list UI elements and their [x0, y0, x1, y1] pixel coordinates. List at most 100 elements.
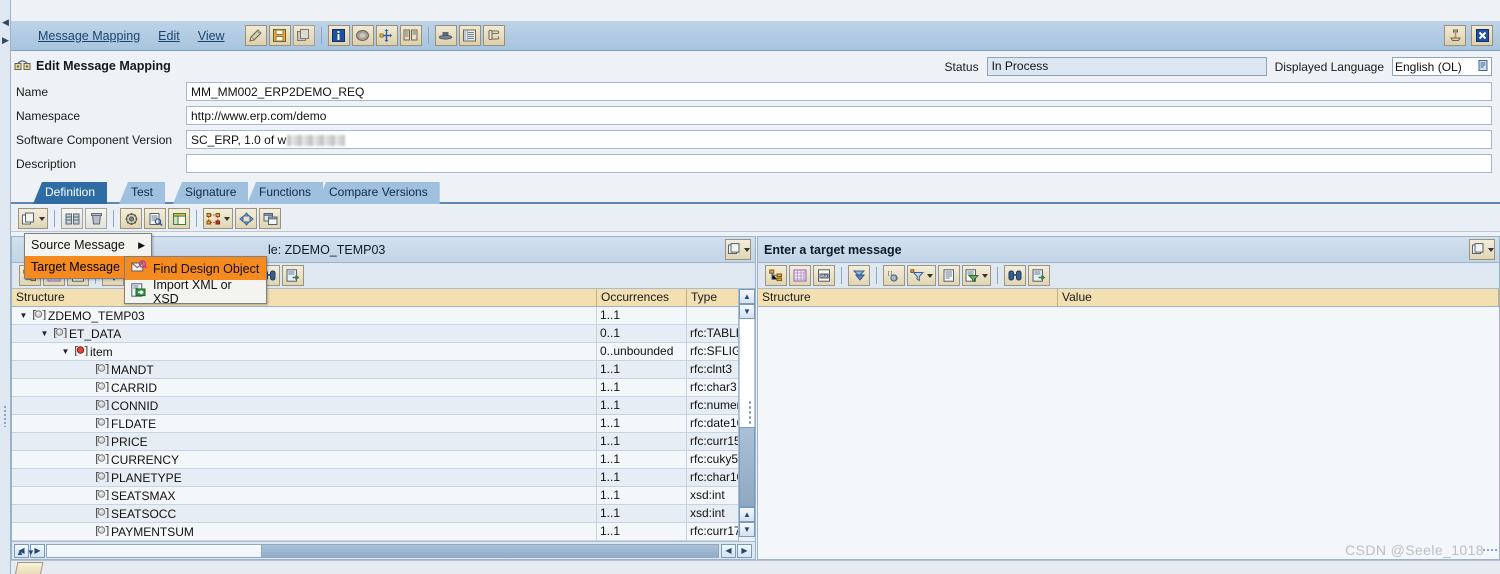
- table-row[interactable]: []PAYMENTSUM1..1rfc:curr17.:: [12, 523, 739, 541]
- tab-functions[interactable]: Functions: [247, 182, 324, 204]
- context-menu-submenu[interactable]: Find Design Object Import XML or XSD: [124, 256, 267, 306]
- source-panel-menu-button[interactable]: [725, 239, 751, 260]
- table-grid-icon[interactable]: [789, 265, 811, 286]
- settings-button[interactable]: [120, 208, 142, 229]
- menu-import-xml-or-xsd[interactable]: Import XML or XSD: [125, 278, 266, 306]
- source-row-structure[interactable]: [] SEATSOCC: [12, 505, 597, 522]
- rail-expand-icon[interactable]: ▶: [1, 34, 10, 46]
- target-tree-body[interactable]: [758, 307, 1499, 559]
- scroll-icon[interactable]: [482, 25, 505, 46]
- menu-view[interactable]: View: [189, 29, 234, 43]
- source-row-structure[interactable]: [] CURRENCY: [12, 451, 597, 468]
- displayed-language-select[interactable]: English (OL): [1392, 57, 1492, 76]
- twisty-expanded-icon[interactable]: ▼: [18, 310, 29, 321]
- scroll-track-top[interactable]: [739, 319, 755, 427]
- layout-button[interactable]: [61, 208, 83, 229]
- tree-view-button[interactable]: [765, 265, 787, 286]
- table-row[interactable]: [] CURRENCY 1..1 rfc:cuky5: [12, 451, 739, 469]
- new-object-button[interactable]: [18, 208, 48, 229]
- bottom-tab-stub[interactable]: [14, 562, 44, 574]
- table-row[interactable]: [] SEATSOCC 1..1 xsd:int: [12, 505, 739, 523]
- duplicate-button[interactable]: [259, 208, 281, 229]
- dependencies-button[interactable]: [203, 208, 233, 229]
- source-row-structure[interactable]: [] SEATSMAX: [12, 487, 597, 504]
- namespace-field[interactable]: http://www.erp.com/demo: [186, 106, 1492, 125]
- table-row[interactable]: [] CONNID 1..1 rfc:numeri: [12, 397, 739, 415]
- info-icon[interactable]: [327, 25, 350, 46]
- menu-edit[interactable]: Edit: [149, 29, 189, 43]
- save-icon[interactable]: [268, 25, 291, 46]
- bottom-nav-arrows[interactable]: ▲ ▼: [16, 548, 50, 560]
- source-tree-body[interactable]: ▼[] ZDEMO_TEMP03 1..1 ▼[] ET_DATA 0..1 rfc:TAB…: [12, 307, 739, 559]
- display-areas-button[interactable]: [168, 208, 190, 229]
- tab-compare-versions[interactable]: Compare Versions: [317, 182, 440, 204]
- twisty-expanded-icon[interactable]: ▼: [39, 328, 50, 339]
- chevron-down-icon[interactable]: [927, 273, 933, 278]
- source-row-structure[interactable]: [] FLDATE: [12, 415, 597, 432]
- list-icon[interactable]: [458, 25, 481, 46]
- copy-icon[interactable]: [292, 25, 315, 46]
- source-row-structure[interactable]: [] MANDT: [12, 361, 597, 378]
- nav-up-icon[interactable]: ▲: [16, 548, 24, 560]
- scroll-page-up-button[interactable]: ▼: [739, 304, 755, 319]
- source-row-structure[interactable]: [] PRICE: [12, 433, 597, 450]
- source-row-structure[interactable]: ▼[] item: [12, 343, 597, 360]
- delete-button[interactable]: [85, 208, 107, 229]
- hat-icon[interactable]: [434, 25, 457, 46]
- source-export-button[interactable]: [282, 265, 304, 286]
- scroll-down-button[interactable]: ▼: [739, 522, 755, 537]
- h-scroll-right-end-button[interactable]: ▶: [737, 543, 752, 558]
- source-row-structure[interactable]: ▼[] ZDEMO_TEMP03: [12, 307, 597, 324]
- rail-collapse-icon[interactable]: ◀: [1, 16, 10, 28]
- table-row[interactable]: ▼[]item0..unboundedrfc:SFLIGH: [12, 343, 739, 361]
- expand-button[interactable]: [235, 208, 257, 229]
- table-row[interactable]: ▼[]ET_DATA0..1rfc:TABLE_: [12, 325, 739, 343]
- tab-signature[interactable]: Signature: [173, 182, 249, 204]
- chevron-down-icon[interactable]: [1487, 247, 1494, 252]
- compare-icon[interactable]: [399, 25, 422, 46]
- target-panel-menu-button[interactable]: [1469, 239, 1495, 260]
- scroll-up-button[interactable]: ▲: [739, 289, 755, 304]
- resize-grip[interactable]: [1482, 548, 1498, 552]
- name-field[interactable]: MM_MM002_ERP2DEMO_REQ: [186, 82, 1492, 101]
- filter-icon[interactable]: [907, 265, 936, 286]
- chevron-down-icon[interactable]: [39, 216, 45, 221]
- table-row[interactable]: [] PLANETYPE 1..1 rfc:char10: [12, 469, 739, 487]
- software-component-version-field[interactable]: SC_ERP, 1.0 of w: [186, 130, 1492, 149]
- wrench-icon[interactable]: [244, 25, 267, 46]
- book-icon[interactable]: [351, 25, 374, 46]
- source-row-structure[interactable]: [] PAYMENTSUM: [12, 523, 597, 540]
- tab-test[interactable]: Test: [119, 182, 166, 204]
- nav-down-icon[interactable]: ▼: [27, 548, 35, 560]
- source-row-structure[interactable]: [] PLANETYPE: [12, 469, 597, 486]
- properties-button[interactable]: [144, 208, 166, 229]
- chevron-down-icon[interactable]: [224, 216, 230, 221]
- blue-arrow-icon[interactable]: [848, 265, 870, 286]
- language-picker-icon[interactable]: [1478, 59, 1489, 74]
- table-row[interactable]: [] CARRID 1..1 rfc:char3: [12, 379, 739, 397]
- menu-source-message[interactable]: Source Message ▶: [25, 234, 151, 256]
- panel-splitter[interactable]: [748, 400, 752, 426]
- doc-filter-icon[interactable]: [962, 265, 991, 286]
- source-horizontal-scrollbar[interactable]: ◀ ▶ ◀ ▶: [12, 541, 755, 559]
- binoculars-icon[interactable]: [1004, 265, 1026, 286]
- at-bracket-icon[interactable]: [ ] @: [883, 265, 905, 286]
- table-row[interactable]: [] SEATSMAX 1..1 xsd:int: [12, 487, 739, 505]
- source-row-structure[interactable]: [] CARRID: [12, 379, 597, 396]
- table-row[interactable]: ▼[] ZDEMO_TEMP03 1..1: [12, 307, 739, 325]
- twisty-expanded-icon[interactable]: ▼: [60, 346, 71, 357]
- description-field[interactable]: [186, 154, 1492, 173]
- table-row[interactable]: []PRICE1..1rfc:curr15.:: [12, 433, 739, 451]
- chevron-down-icon[interactable]: [982, 273, 988, 278]
- h-scroll-thumb[interactable]: [47, 544, 262, 557]
- dependencies-icon[interactable]: [375, 25, 398, 46]
- scroll-page-down-button[interactable]: ▲: [739, 507, 755, 522]
- rail-grip[interactable]: [3, 405, 7, 427]
- pin-icon[interactable]: [1444, 25, 1466, 46]
- close-icon[interactable]: [1471, 25, 1493, 46]
- menu-message-mapping[interactable]: Message Mapping: [29, 29, 149, 43]
- document-lines-icon[interactable]: [938, 265, 960, 286]
- table-row[interactable]: [] MANDT 1..1 rfc:clnt3: [12, 361, 739, 379]
- table-row[interactable]: [] FLDATE 1..1 rfc:date10: [12, 415, 739, 433]
- chevron-down-icon[interactable]: [743, 247, 750, 252]
